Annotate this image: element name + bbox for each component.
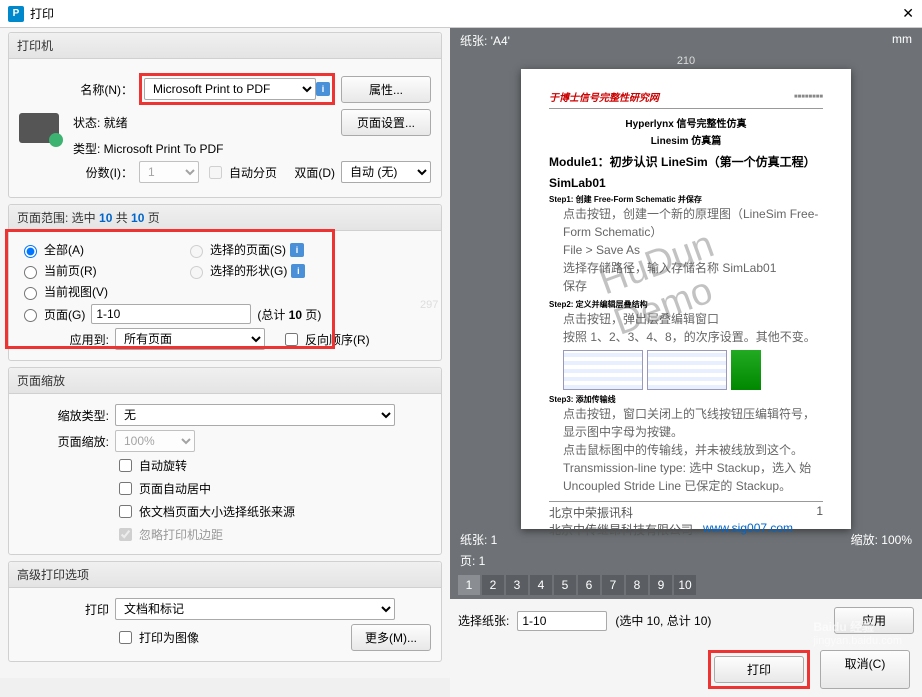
- print-button[interactable]: 打印: [714, 656, 804, 683]
- select-paper-label: 选择纸张:: [458, 612, 509, 629]
- range-current-radio[interactable]: 当前页(R): [19, 262, 179, 279]
- cancel-button[interactable]: 取消(C): [820, 650, 910, 689]
- window-title: 打印: [30, 5, 54, 22]
- select-paper-input[interactable]: [517, 611, 607, 631]
- page-nav-9[interactable]: 9: [650, 575, 672, 595]
- ignore-margin-checkbox: 忽略打印机边距: [115, 525, 431, 544]
- advanced-section: 高级打印选项 打印 文档和标记 打印为图像 更多(M)...: [8, 561, 442, 662]
- apply-to-select[interactable]: 所有页面: [115, 328, 265, 350]
- printer-name-select[interactable]: Microsoft Print to PDF: [144, 78, 316, 100]
- doc-chart: [563, 350, 823, 390]
- printer-status: 状态: 就绪: [73, 114, 128, 131]
- range-current-view-radio[interactable]: 当前视图(V): [19, 283, 108, 300]
- copies-select[interactable]: 1: [139, 161, 199, 183]
- zoom-type-label: 缩放类型:: [19, 407, 109, 424]
- range-pages-input[interactable]: [91, 304, 251, 324]
- printer-section: 打印机 名称(N)： Microsoft Print to PDF i: [8, 32, 442, 198]
- apply-to-label: 应用到:: [19, 331, 109, 348]
- page-nav-10[interactable]: 10: [674, 575, 696, 595]
- page-nav-2[interactable]: 2: [482, 575, 504, 595]
- properties-button[interactable]: 属性...: [341, 76, 431, 103]
- printer-name-label: 名称(N)：: [73, 81, 133, 98]
- doc-module: Module1：初步认识 LineSim（第一个仿真工程）: [549, 153, 823, 170]
- select-paper-summary: (选中 10, 总计 10): [615, 612, 711, 629]
- range-pages-total: (总计 10 页): [257, 306, 321, 323]
- doc-title2: Linesim 仿真篇: [549, 132, 823, 147]
- page-nav-4[interactable]: 4: [530, 575, 552, 595]
- page-nav: 12345678910: [450, 571, 922, 599]
- range-header: 页面范围: 选中 10 共 10 页: [9, 205, 441, 231]
- preview-paper-label: 纸张: 'A4': [460, 32, 510, 49]
- doc-step2: Step2: 定义并编辑层叠结构: [549, 299, 823, 310]
- doc-title1: Hyperlynx 信号完整性仿真: [549, 115, 823, 130]
- doc-simlab: SimLab01: [549, 176, 823, 190]
- apply-button[interactable]: 应用: [834, 607, 914, 634]
- page-nav-7[interactable]: 7: [602, 575, 624, 595]
- printer-header: 打印机: [9, 33, 441, 59]
- page-zoom-label: 页面缩放:: [19, 433, 109, 450]
- zoom-header: 页面缩放: [9, 368, 441, 394]
- range-selected-pages-radio[interactable]: 选择的页面(S) i: [185, 241, 304, 258]
- print-what-label: 打印: [19, 601, 109, 618]
- doc-logo: 于博士信号完整性研究网: [549, 89, 659, 104]
- duplex-select[interactable]: 自动 (无): [341, 161, 431, 183]
- auto-rotate-checkbox[interactable]: 自动旋转: [115, 456, 431, 475]
- advanced-header: 高级打印选项: [9, 562, 441, 588]
- printer-icon: [19, 113, 59, 143]
- more-button[interactable]: 更多(M)...: [351, 624, 431, 651]
- page-nav-1[interactable]: 1: [458, 575, 480, 595]
- copies-label: 份数(I)：: [73, 164, 133, 181]
- close-icon[interactable]: ✕: [902, 5, 914, 22]
- preview-unit: mm: [892, 32, 912, 49]
- ruler-height: 297: [420, 299, 438, 311]
- titlebar: P 打印 ✕: [0, 0, 922, 28]
- page-zoom-select[interactable]: 100%: [115, 430, 195, 452]
- info-icon[interactable]: i: [316, 82, 330, 96]
- paper-count: 纸张: 1: [460, 531, 497, 548]
- page-nav-8[interactable]: 8: [626, 575, 648, 595]
- range-all-radio[interactable]: 全部(A): [19, 241, 179, 258]
- printer-type: 类型: Microsoft Print To PDF: [73, 140, 223, 157]
- range-pages-radio[interactable]: 页面(G): [19, 306, 85, 323]
- range-section: 页面范围: 选中 10 共 10 页 全部(A) 选择的页面(S) i 当前页(…: [8, 204, 442, 361]
- print-as-image-checkbox[interactable]: 打印为图像: [115, 628, 199, 647]
- zoom-type-select[interactable]: 无: [115, 404, 395, 426]
- range-selected-shapes-radio[interactable]: 选择的形状(G) i: [185, 262, 305, 279]
- page-nav-3[interactable]: 3: [506, 575, 528, 595]
- info-icon[interactable]: i: [291, 264, 305, 278]
- duplex-label: 双面(D): [294, 164, 335, 181]
- print-what-select[interactable]: 文档和标记: [115, 598, 395, 620]
- ruler-width: 210: [450, 53, 922, 69]
- doc-step1: Step1: 创建 Free-Form Schematic 并保存: [549, 194, 823, 205]
- preview-panel: 纸张: 'A4' mm 210 2 9 7 于博士信号完整性研究网 ■■■■■■■■…: [450, 28, 922, 678]
- by-doc-paper-checkbox[interactable]: 依文档页面大小选择纸张来源: [115, 502, 431, 521]
- preview-page: 于博士信号完整性研究网 ■■■■■■■■ Hyperlynx 信号完整性仿真 L…: [521, 69, 851, 529]
- page-indicator: 页: 1: [460, 554, 485, 568]
- zoom-section: 页面缩放 缩放类型: 无 页面缩放: 100% 自动旋转 页面自动居中 依文档页…: [8, 367, 442, 555]
- page-nav-6[interactable]: 6: [578, 575, 600, 595]
- preview-zoom: 缩放: 100%: [851, 531, 912, 548]
- auto-center-checkbox[interactable]: 页面自动居中: [115, 479, 431, 498]
- page-setup-button[interactable]: 页面设置...: [341, 109, 431, 136]
- app-icon: P: [8, 6, 24, 22]
- collate-checkbox[interactable]: 自动分页: [205, 163, 277, 182]
- doc-step3: Step3: 添加传输线: [549, 394, 823, 405]
- info-icon[interactable]: i: [290, 243, 304, 257]
- reverse-checkbox[interactable]: 反向顺序(R): [281, 330, 370, 349]
- page-nav-5[interactable]: 5: [554, 575, 576, 595]
